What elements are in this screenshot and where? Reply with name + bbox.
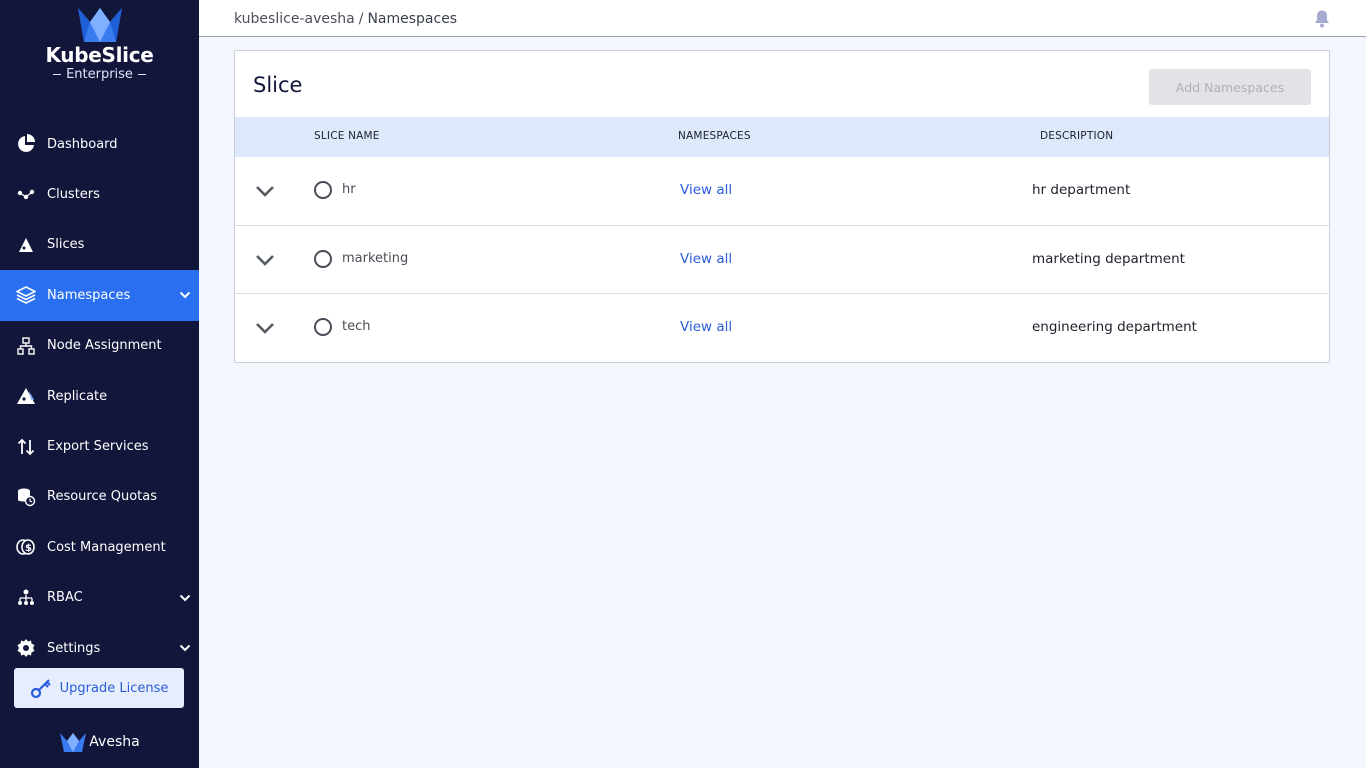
sidebar-item-label: RBAC (47, 590, 83, 606)
chevron-down-icon[interactable] (179, 642, 191, 654)
cost-icon: $ (16, 537, 36, 557)
crown-logo-icon (77, 8, 122, 42)
breadcrumb: kubeslice-avesha / Namespaces (234, 11, 457, 27)
sidebar-item-resource-quotas[interactable]: Resource Quotas (0, 472, 199, 522)
row-radio[interactable] (314, 181, 332, 199)
sidebar-item-namespaces[interactable]: Namespaces (0, 270, 199, 321)
sidebar-item-node-assignment[interactable]: Node Assignment (0, 321, 199, 371)
column-header-namespaces: NAMESPACES (678, 130, 751, 142)
brand-subtitle: Enterprise (0, 67, 199, 82)
pie-chart-icon (16, 134, 36, 154)
top-bar: kubeslice-avesha / Namespaces (199, 0, 1366, 37)
slice-description: engineering department (1032, 319, 1197, 335)
sidebar-item-export-services[interactable]: Export Services (0, 421, 199, 471)
sidebar-nav: Dashboard Clusters Slices Namespaces Nod… (0, 119, 199, 673)
sidebar-item-label: Settings (47, 640, 101, 656)
replicate-icon (16, 386, 36, 406)
chevron-down-icon[interactable] (255, 322, 275, 334)
row-radio[interactable] (314, 249, 332, 268)
key-icon (30, 679, 51, 699)
sidebar-item-label: Replicate (47, 388, 108, 404)
upgrade-license-button[interactable]: Upgrade License (14, 668, 184, 708)
column-header-slice-name: SLICE NAME (314, 130, 380, 142)
avesha-footer-logo: Avesha (0, 731, 199, 753)
brand-name: KubeSlice (45, 43, 154, 67)
slice-description: hr department (1032, 182, 1131, 198)
avesha-crown-icon (60, 733, 87, 752)
view-all-link[interactable]: View all (680, 182, 732, 198)
chevron-down-icon[interactable] (179, 289, 191, 301)
brand-logo[interactable]: KubeSlice Enterprise (0, 6, 199, 82)
slice-name: tech (342, 319, 371, 334)
sidebar-item-label: Cost Management (47, 539, 166, 555)
sidebar: KubeSlice Enterprise Dashboard Clusters … (0, 0, 199, 768)
sidebar-item-label: Export Services (47, 439, 149, 455)
table-row: hr View all hr department (235, 157, 1329, 226)
resource-quota-icon (16, 487, 36, 507)
bell-icon[interactable] (1313, 9, 1331, 28)
slice-name: marketing (342, 250, 409, 266)
sidebar-item-cost-management[interactable]: $ Cost Management (0, 522, 199, 572)
sidebar-item-clusters[interactable]: Clusters (0, 169, 199, 219)
sidebar-item-rbac[interactable]: RBAC (0, 573, 199, 623)
node-tree-icon (16, 336, 36, 356)
row-radio[interactable] (314, 318, 332, 336)
sidebar-item-slices[interactable]: Slices (0, 220, 199, 270)
card-title: Slice (253, 73, 303, 97)
sidebar-item-label: Slices (47, 237, 85, 253)
view-all-link[interactable]: View all (680, 319, 732, 335)
add-namespaces-button[interactable]: Add Namespaces (1149, 69, 1311, 105)
breadcrumb-root[interactable]: kubeslice-avesha (234, 11, 355, 27)
column-header-description: DESCRIPTION (1040, 130, 1114, 142)
sidebar-item-label: Dashboard (47, 136, 118, 152)
avesha-footer-text: Avesha (89, 734, 140, 750)
slice-description: marketing department (1032, 250, 1185, 267)
sidebar-item-label: Namespaces (47, 287, 131, 303)
rbac-icon (16, 588, 36, 608)
sidebar-item-label: Node Assignment (47, 338, 162, 354)
sidebar-item-replicate[interactable]: Replicate (0, 371, 199, 421)
brand-subtitle-text: Enterprise (66, 67, 133, 82)
sidebar-item-settings[interactable]: Settings (0, 623, 199, 673)
slice-name: hr (342, 182, 356, 197)
chevron-down-icon[interactable] (255, 254, 275, 266)
table-row: marketing View all marketing department (235, 226, 1329, 294)
svg-text:$: $ (25, 543, 32, 554)
sidebar-item-dashboard[interactable]: Dashboard (0, 119, 199, 169)
breadcrumb-current: Namespaces (367, 11, 458, 27)
upgrade-license-label: Upgrade License (59, 680, 169, 696)
sidebar-item-label: Clusters (47, 187, 100, 203)
table-row: tech View all engineering department (235, 294, 1329, 363)
view-all-link[interactable]: View all (680, 251, 732, 267)
breadcrumb-separator: / (358, 11, 364, 27)
chevron-down-icon[interactable] (179, 592, 191, 604)
chevron-down-icon[interactable] (255, 185, 275, 197)
slice-card: Slice Add Namespaces SLICE NAME NAMESPAC… (234, 50, 1330, 363)
cluster-nodes-icon (16, 185, 36, 205)
slices-icon (16, 235, 36, 255)
gear-icon (16, 638, 36, 658)
table-header: SLICE NAME NAMESPACES DESCRIPTION (235, 117, 1329, 157)
layers-icon (16, 285, 36, 305)
up-down-arrows-icon (16, 437, 36, 457)
sidebar-item-label: Resource Quotas (47, 489, 158, 505)
